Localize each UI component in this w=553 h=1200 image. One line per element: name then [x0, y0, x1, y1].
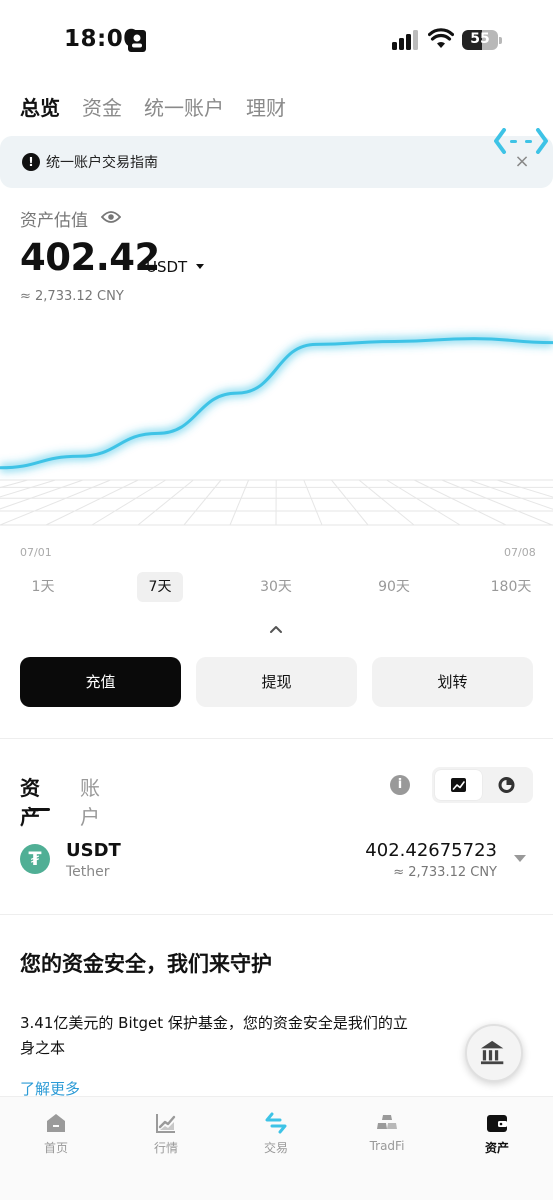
- withdraw-button[interactable]: 提现: [196, 657, 357, 707]
- pie-chart-icon: [498, 777, 515, 793]
- grid-line: [496, 479, 553, 498]
- wallet-icon: [487, 1115, 507, 1132]
- grid-line: [137, 479, 194, 526]
- action-buttons: 充值 提现 划转: [20, 657, 533, 707]
- balance-value: 402.42: [20, 236, 160, 279]
- range-7d[interactable]: 7天: [137, 572, 183, 602]
- balance-chart[interactable]: [0, 310, 553, 540]
- tab-earn[interactable]: 理财: [246, 92, 286, 124]
- grid-line: [0, 479, 56, 498]
- nav-assets[interactable]: 资产: [457, 1111, 537, 1161]
- grid-line: [469, 479, 553, 510]
- range-180d[interactable]: 180天: [485, 572, 537, 602]
- balance-cny: ≈ 2,733.12 CNY: [20, 289, 124, 304]
- grid-line: [183, 479, 222, 526]
- coin-symbol: USDT: [66, 840, 121, 861]
- chart-view-button[interactable]: [435, 770, 482, 800]
- pie-view-button[interactable]: [483, 770, 530, 800]
- wifi-icon: [428, 28, 454, 48]
- nav-trade[interactable]: 交易: [236, 1111, 316, 1161]
- protection-title: 您的资金安全，我们来守护: [20, 952, 272, 976]
- battery-level: 55: [470, 31, 490, 47]
- grid-line: [386, 479, 461, 526]
- transfer-button[interactable]: 划转: [372, 657, 533, 707]
- banner-text: 统一账户交易指南: [46, 155, 158, 171]
- grid-line: [441, 479, 553, 526]
- active-tab-indicator: [30, 808, 50, 811]
- tether-icon: ₮: [20, 844, 50, 874]
- coin-cny-value: ≈ 2,733.12 CNY: [393, 865, 497, 880]
- battery-icon: 55: [462, 30, 502, 50]
- chart-series: [0, 337, 553, 470]
- grid-line: [45, 479, 139, 526]
- bank-icon: [480, 1040, 504, 1065]
- status-bar: 18:00 55: [0, 0, 553, 82]
- top-tabs: 总览 资金 统一账户 理财: [20, 92, 286, 124]
- chevron-up-icon[interactable]: [268, 623, 284, 635]
- bottom-nav: 首页 行情 交易 TradFi 资产: [0, 1096, 553, 1200]
- nav-label: 行情: [153, 1141, 178, 1155]
- floating-bank-button[interactable]: [465, 1024, 523, 1082]
- view-toggle: [432, 767, 533, 803]
- range-1d[interactable]: 1天: [22, 572, 64, 602]
- nav-tradfi[interactable]: TradFi: [347, 1111, 427, 1161]
- chart-grid: [0, 479, 553, 526]
- grid-line: [91, 479, 167, 526]
- range-30d[interactable]: 30天: [252, 572, 300, 602]
- deposit-button[interactable]: 充值: [20, 657, 181, 707]
- gold-bars-icon: [377, 1115, 397, 1129]
- balance-unit-selector[interactable]: USDT: [146, 258, 187, 276]
- guide-banner[interactable]: ! 统一账户交易指南: [0, 136, 553, 188]
- trade-icon: [265, 1112, 287, 1134]
- grid-line: [0, 479, 111, 526]
- section-divider: [0, 914, 553, 915]
- series-line: [0, 337, 553, 470]
- info-icon[interactable]: i: [390, 775, 410, 795]
- range-90d[interactable]: 90天: [370, 572, 418, 602]
- series-line-glow: [0, 334, 553, 473]
- nav-label: 交易: [263, 1141, 288, 1155]
- tab-assets[interactable]: 资产: [20, 772, 40, 830]
- grid-line: [413, 479, 507, 526]
- grid-line: [0, 479, 84, 510]
- coin-name: Tether: [66, 864, 110, 880]
- close-icon[interactable]: ×: [512, 152, 532, 172]
- section-divider: [0, 738, 553, 739]
- coin-amount: 402.42675723: [365, 840, 497, 861]
- grid-line: [303, 479, 323, 526]
- nav-label: TradFi: [369, 1139, 405, 1153]
- grid-line: [358, 479, 415, 526]
- nav-market[interactable]: 行情: [126, 1111, 206, 1161]
- grid-line: [0, 479, 28, 489]
- tab-funding[interactable]: 资金: [82, 92, 122, 124]
- nav-home[interactable]: 首页: [16, 1111, 96, 1161]
- home-icon: [47, 1114, 65, 1132]
- grid-line: [229, 479, 250, 526]
- tab-overview[interactable]: 总览: [20, 92, 60, 124]
- nav-label: 首页: [43, 1141, 68, 1155]
- tab-unified-account[interactable]: 统一账户: [144, 92, 224, 124]
- nav-label: 资产: [484, 1141, 509, 1155]
- chart-series-glow: [0, 334, 553, 473]
- protection-description: 3.41亿美元的 Bitget 保护基金，您的资金安全是我们的立身之本: [20, 1014, 408, 1057]
- signal-icon: [392, 30, 418, 50]
- eye-icon[interactable]: [101, 210, 121, 224]
- asset-row-usdt[interactable]: ₮ USDT Tether 402.42675723 ≈ 2,733.12 CN…: [0, 832, 553, 892]
- expand-icon[interactable]: [514, 855, 526, 862]
- caret-down-icon[interactable]: [196, 264, 204, 269]
- line-chart-icon: [451, 778, 466, 792]
- chart-end-date: 07/08: [504, 546, 536, 559]
- range-tabs: 1天 7天 30天 90天 180天: [0, 572, 553, 602]
- alert-icon: !: [22, 153, 40, 171]
- id-card-icon: [128, 30, 146, 52]
- grid-line: [331, 479, 369, 526]
- asset-estimate-label: 资产估值: [20, 211, 88, 231]
- market-icon: [156, 1114, 176, 1133]
- tab-accounts[interactable]: 账户: [80, 772, 100, 830]
- mascot-icon[interactable]: [494, 128, 548, 154]
- chart-start-date: 07/01: [20, 546, 52, 559]
